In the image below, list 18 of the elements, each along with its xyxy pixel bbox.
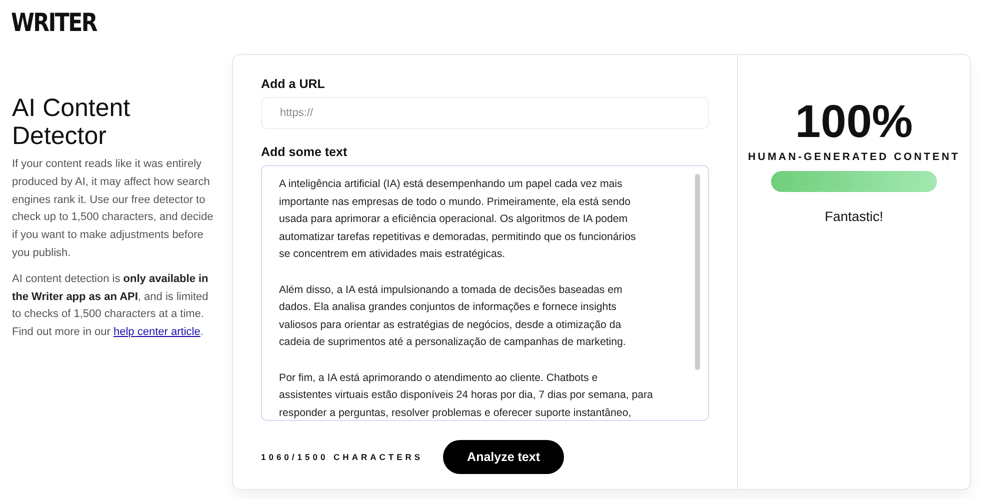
paragraph: Por fim, a IA está aprimorando o atendimento ao cliente. Chatbots e assistentes virtuais estão disponíveis 24 horas por dia, 7 dias por semana, para responder a perguntas, resolver problemas e oferecer suporte instantâneo, (279, 370, 654, 420)
description: If your content reads like it was entirely produced by AI, it may affect how search engines rank it. Use our free detector to check up to 1,500 characters, and decide if you want to make adjustments before you publish. (12, 157, 214, 261)
score: 100% (795, 94, 913, 149)
paragraph: A inteligência artificial (IA) está desempenhando um papel cada vez mais importante nas empresas de todo o mundo. Primeiramente, ela está sendo usada para aprimorar a eficiência operacional. Os algoritmos de IA podem automatizar tarefas repetitivas e demoradas, permitindo que os funcionários se concentrem em atividades mais estratégicas. (279, 177, 637, 262)
url-label: Add a URL (261, 77, 325, 91)
scrollbar[interactable] (695, 174, 700, 370)
character-count: 1060/1500 CHARACTERS (261, 452, 424, 462)
help-center-link[interactable]: help center article (114, 326, 200, 338)
url-field[interactable]: https:// (261, 97, 709, 129)
description: AI content detection is only available in the Writer app as an API, and is limited to checks of 1,500 characters at a time. Find out more in our help center article. (12, 272, 210, 340)
text-label: Add some text (261, 145, 348, 159)
score-caption: HUMAN-GENERATED CONTENT (748, 151, 960, 163)
writer-logo: WRITER (11, 8, 96, 38)
verdict: Fantastic! (824, 209, 884, 224)
paragraph: Além disso, a IA está impulsionando a tomada de decisões baseadas em dados. Ela analisa grandes conjuntos de informações e fornece insights valiosos para orientar as estratégias de negócios, desde a otimização da cadeia de suprimentos até a personalização de campanhas de marketing. (279, 282, 627, 350)
page-title: AI Content Detector (12, 94, 132, 150)
text-field[interactable] (261, 165, 709, 421)
analyze-button[interactable]: Analyze text (443, 440, 564, 474)
